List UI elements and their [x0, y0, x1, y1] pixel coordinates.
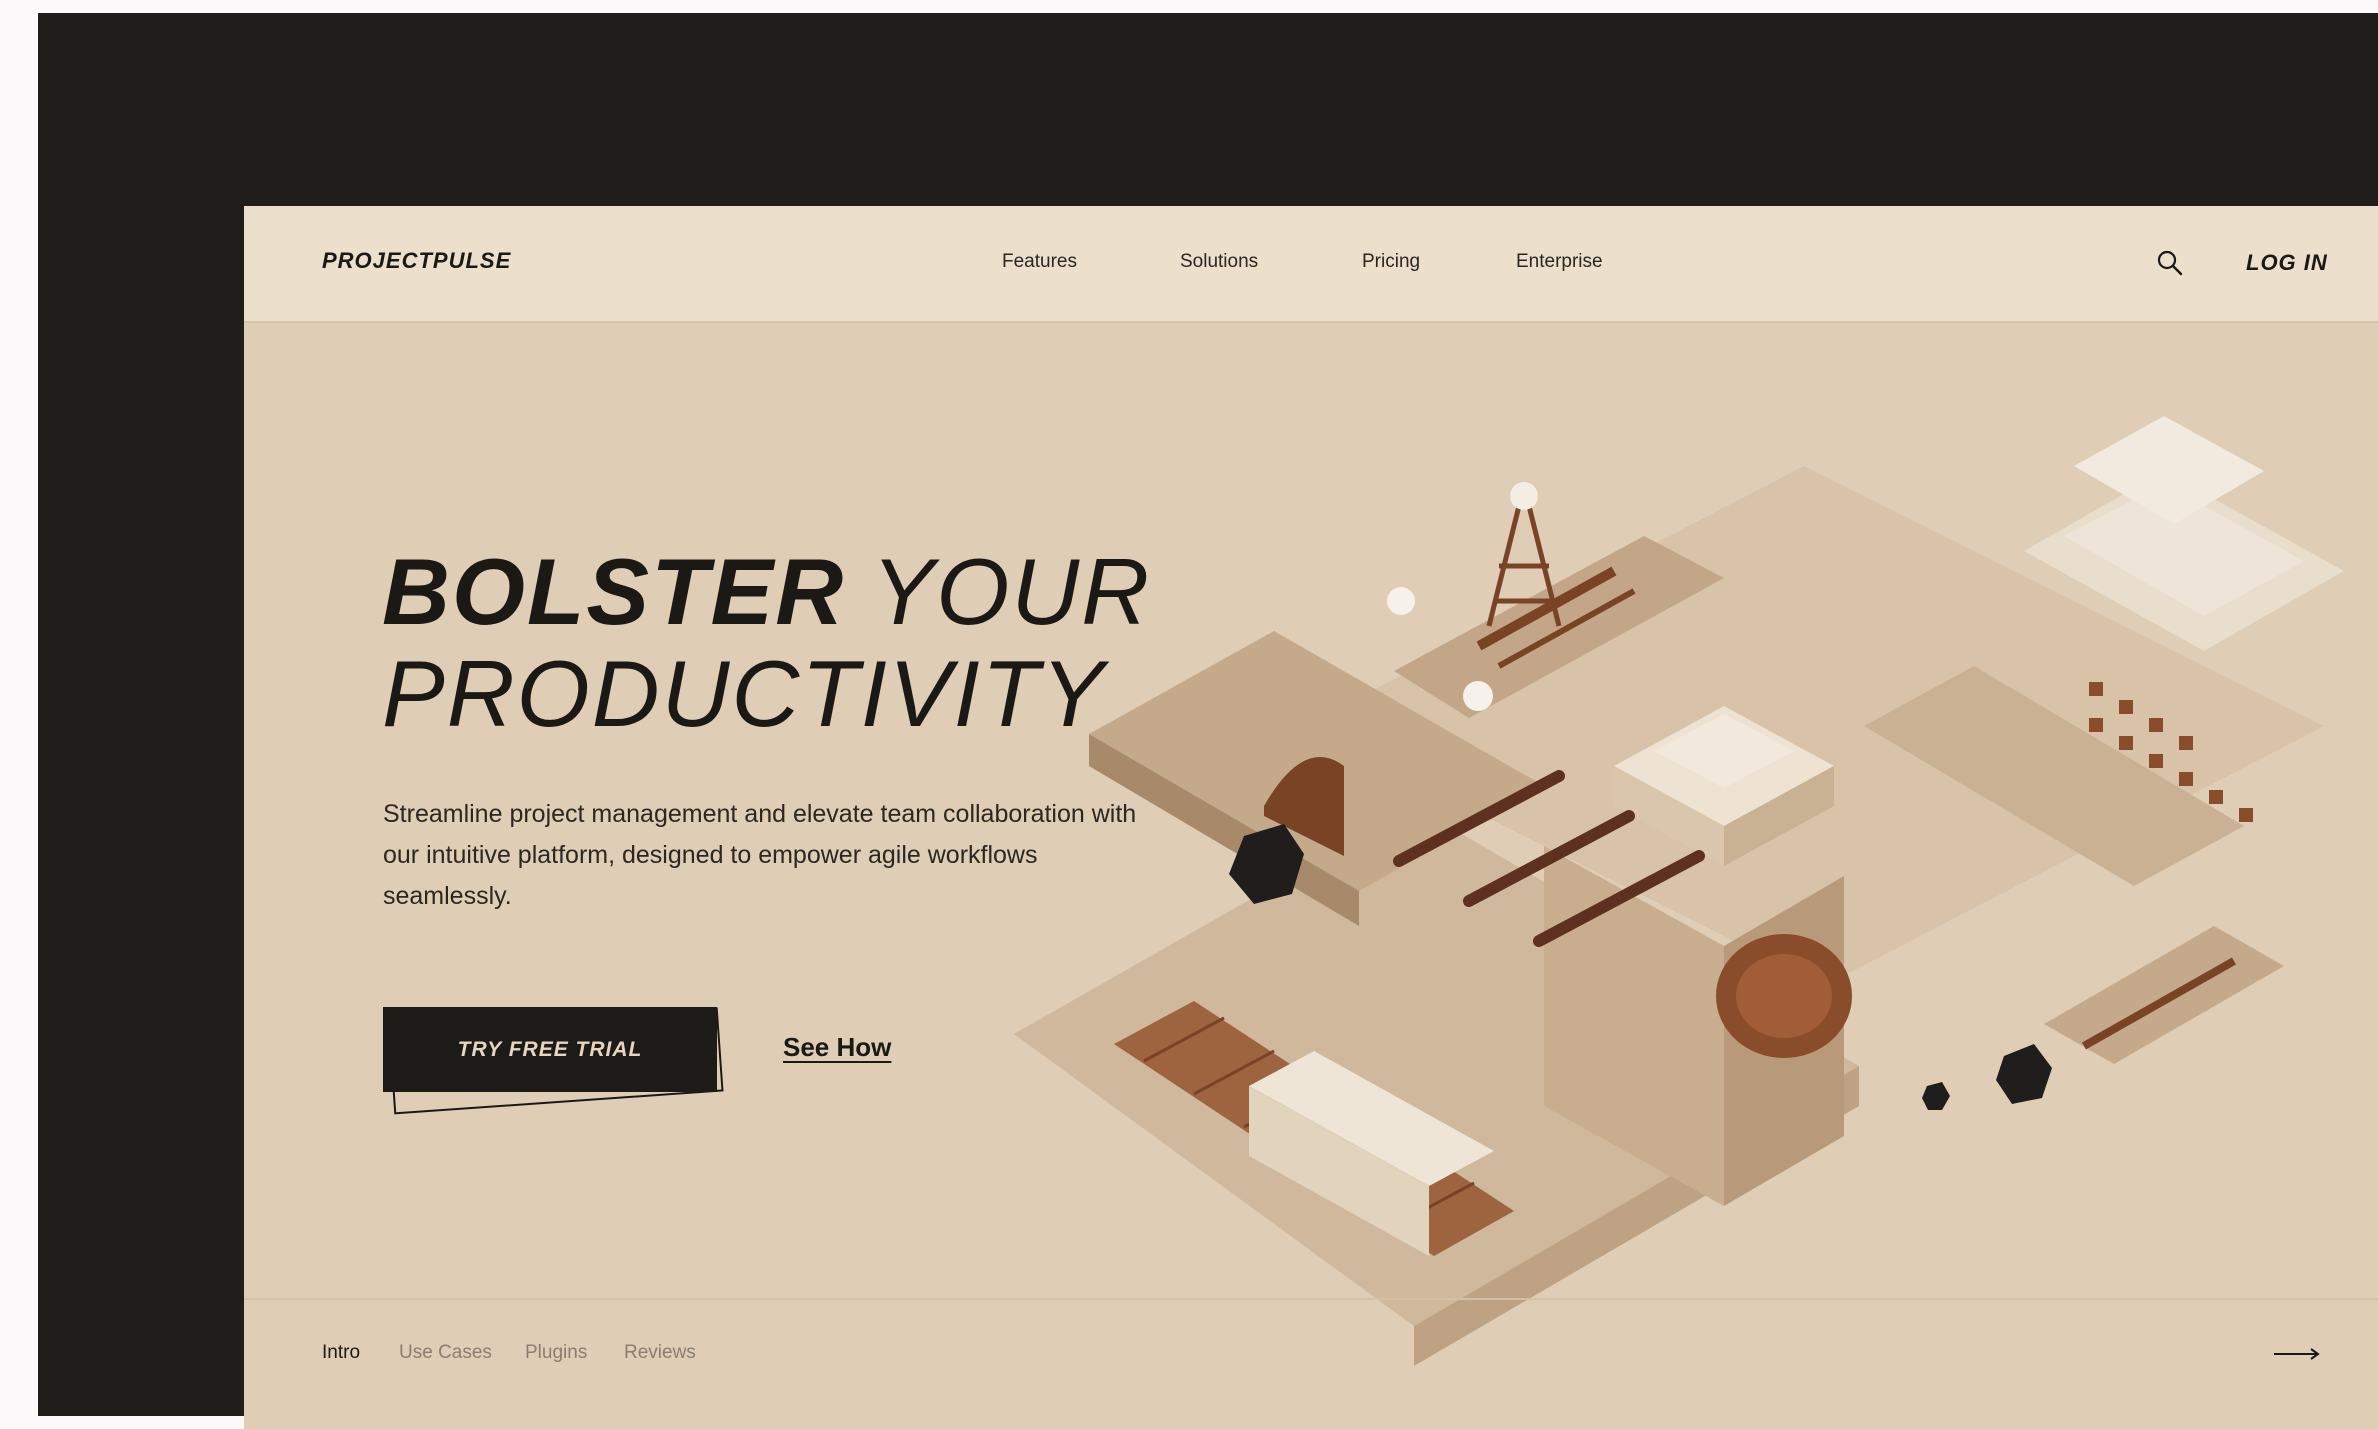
- main-nav: Features Solutions Pricing Enterprise: [244, 251, 2378, 281]
- try-free-trial-button[interactable]: TRY FREE TRIAL: [383, 1007, 717, 1092]
- hero-title-rest: YOUR: [871, 539, 1152, 644]
- outer-frame: PROJECTPULSE Features Solutions Pricing …: [38, 13, 2378, 1429]
- top-navbar: PROJECTPULSE Features Solutions Pricing …: [244, 206, 2378, 323]
- hero-title: BOLSTER YOUR PRODUCTIVITY: [382, 541, 1151, 745]
- tab-use-cases[interactable]: Use Cases: [399, 1342, 492, 1364]
- nav-pricing[interactable]: Pricing: [1362, 251, 1420, 273]
- login-button[interactable]: LOG IN: [2246, 250, 2328, 276]
- hero-title-bold: BOLSTER: [382, 539, 846, 644]
- section-divider: [244, 1298, 2378, 1300]
- see-how-link[interactable]: See How: [783, 1032, 891, 1063]
- search-icon[interactable]: [2156, 249, 2184, 277]
- tab-intro[interactable]: Intro: [322, 1342, 360, 1364]
- cta-group: TRY FREE TRIAL: [383, 1001, 729, 1121]
- landing-page: PROJECTPULSE Features Solutions Pricing …: [244, 206, 2378, 1429]
- tab-plugins[interactable]: Plugins: [525, 1342, 587, 1364]
- nav-solutions[interactable]: Solutions: [1180, 251, 1258, 273]
- hero-description: Streamline project management and elevat…: [383, 800, 1137, 910]
- hero-title-line2: PRODUCTIVITY: [382, 641, 1106, 746]
- nav-features[interactable]: Features: [1002, 251, 1077, 273]
- arrow-right-icon[interactable]: [2274, 1346, 2320, 1362]
- tab-reviews[interactable]: Reviews: [624, 1342, 696, 1364]
- nav-enterprise[interactable]: Enterprise: [1516, 251, 1603, 273]
